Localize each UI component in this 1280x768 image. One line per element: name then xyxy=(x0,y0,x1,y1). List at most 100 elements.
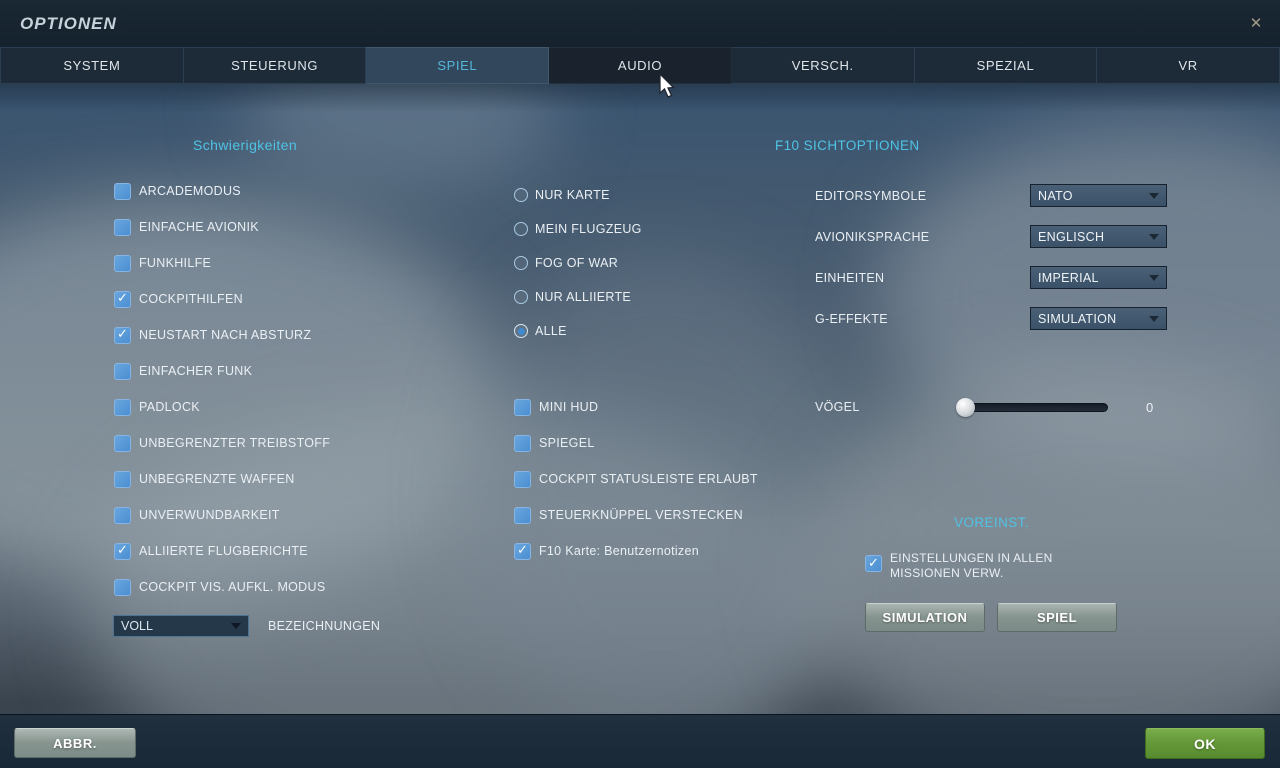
tab-label: SPEZIAL xyxy=(977,58,1035,73)
difficulty-header: Schwierigkeiten xyxy=(120,137,370,153)
select-avioniksprache[interactable]: ENGLISCH xyxy=(1030,225,1167,248)
presets-header: VOREINST. xyxy=(866,515,1117,530)
checkbox-label: COCKPITHILFEN xyxy=(139,292,243,306)
footer-bar: ABBR. OK xyxy=(0,714,1280,768)
checkbox-spiegel[interactable]: ✓SPIEGEL xyxy=(514,425,758,461)
checkbox-box: ✓ xyxy=(114,183,131,200)
chevron-down-icon xyxy=(1149,316,1159,322)
radio-nur-karte[interactable]: NUR KARTE xyxy=(514,178,642,212)
labels-select-value: VOLL xyxy=(121,619,153,633)
hud-checkbox-list: ✓MINI HUD✓SPIEGEL✓COCKPIT STATUSLEISTE E… xyxy=(514,389,758,569)
select-label: EDITORSYMBOLE xyxy=(815,189,1030,203)
birds-slider-track[interactable] xyxy=(958,403,1108,412)
checkbox-label: EINFACHER FUNK xyxy=(139,364,252,378)
checkbox-label: UNBEGRENZTE WAFFEN xyxy=(139,472,295,486)
tab-bar: SYSTEMSTEUERUNG SPIEL AUDIO VERSCH. SPEZIAL V… xyxy=(0,47,1280,84)
cancel-button[interactable]: ABBR. xyxy=(14,728,136,758)
radio-alle[interactable]: ALLE xyxy=(514,314,642,348)
tab-spezial[interactable]: SPEZIAL xyxy=(915,47,1098,84)
chevron-down-icon xyxy=(1149,275,1159,281)
tab-label: VERSCH. xyxy=(792,58,854,73)
checkbox-box: ✓ xyxy=(114,579,131,596)
checkbox-box: ✓ xyxy=(114,507,131,524)
checkbox-box: ✓ xyxy=(114,543,131,560)
checkbox-unbegrenzte-waffen[interactable]: ✓ UNBEGRENZTE WAFFEN xyxy=(114,461,330,497)
radio-dot xyxy=(518,328,525,335)
tab-steuerung[interactable]: STEUERUNG xyxy=(184,47,367,84)
checkbox-cockpit-vis-aufkl-modus[interactable]: ✓COCKPIT VIS. AUFKL. MODUS xyxy=(114,569,330,605)
checkbox-neustart-nach-absturz[interactable]: ✓NEUSTART NACH ABSTURZ xyxy=(114,317,330,353)
birds-label: VÖGEL xyxy=(815,400,958,414)
checkbox-label: ALLIIERTE FLUGBERICHTE xyxy=(139,544,308,558)
preset-simulation-button[interactable]: SIMULATION xyxy=(865,603,985,632)
checkbox-box: ✓ xyxy=(114,219,131,236)
birds-slider-handle[interactable] xyxy=(956,398,975,417)
checkbox-cockpit-statusleiste-erlaubt[interactable]: ✓COCKPIT STATUSLEISTE ERLAUBT xyxy=(514,461,758,497)
mouse-cursor xyxy=(659,73,679,101)
select-label: AVIONIKSPRACHE xyxy=(815,230,1030,244)
checkbox-unverwundbarkeit[interactable]: ✓UNVERWUNDBARKEIT xyxy=(114,497,330,533)
checkbox-box: ✓ xyxy=(114,327,131,344)
checkbox-einfacher-funk[interactable]: ✓EINFACHER FUNK xyxy=(114,353,330,389)
radio-label: NUR KARTE xyxy=(535,188,610,202)
checkbox-einfache-avionik[interactable]: ✓ EINFACHE AVIONIK xyxy=(114,209,330,245)
ok-button[interactable]: OK xyxy=(1145,728,1265,759)
checkbox-box: ✓ xyxy=(514,399,531,416)
checkbox-box: ✓ xyxy=(865,555,882,572)
checkbox-cockpithilfen[interactable]: ✓COCKPITHILFEN xyxy=(114,281,330,317)
radio-mein-flugzeug[interactable]: MEIN FLUGZEUG xyxy=(514,212,642,246)
checkbox-f10-karte-benutzernotizen[interactable]: ✓F10 Karte: Benutzernotizen xyxy=(514,533,758,569)
chevron-down-icon xyxy=(231,623,241,629)
map-view-radio-group: NUR KARTE MEIN FLUGZEUG FOG OF WAR NUR ALLI… xyxy=(514,178,642,348)
radio-nur-alliierte[interactable]: NUR ALLIIERTE xyxy=(514,280,642,314)
check-icon: ✓ xyxy=(868,556,879,571)
apply-all-missions-checkbox[interactable]: ✓ EINSTELLUNGEN IN ALLEN MISSIONEN VERW. xyxy=(865,551,1075,581)
checkbox-mini-hud[interactable]: ✓MINI HUD xyxy=(514,389,758,425)
checkbox-box: ✓ xyxy=(114,255,131,272)
check-icon: ✓ xyxy=(117,543,128,558)
tab-system[interactable]: SYSTEM xyxy=(0,47,184,84)
preset-game-button[interactable]: SPIEL xyxy=(997,603,1117,632)
labels-select[interactable]: VOLL xyxy=(113,615,249,637)
select-label: G-EFFEKTE xyxy=(815,312,1030,326)
select-editorsymbole[interactable]: NATO xyxy=(1030,184,1167,207)
birds-slider-row: VÖGEL 0 xyxy=(815,396,1185,418)
close-icon[interactable]: ✕ xyxy=(1246,13,1266,33)
checkbox-label: UNBEGRENZTER TREIBSTOFF xyxy=(139,436,330,450)
checkbox-unbegrenzter-treibstoff[interactable]: ✓UNBEGRENZTER TREIBSTOFF xyxy=(114,425,330,461)
checkbox-arcademodus[interactable]: ✓ARCADEMODUS xyxy=(114,173,330,209)
labels-select-label: BEZEICHNUNGEN xyxy=(268,619,380,633)
checkbox-label: STEUERKNÜPPEL VERSTECKEN xyxy=(539,508,743,522)
select-row-g-effekte: G-EFFEKTESIMULATION xyxy=(815,298,1167,339)
checkbox-box: ✓ xyxy=(514,507,531,524)
checkbox-label: PADLOCK xyxy=(139,400,200,414)
labels-select-row: VOLL BEZEICHNUNGEN xyxy=(113,615,380,637)
options-dialog: OPTIONEN ✕ SYSTEMSTEUERUNGSPIELAUDIOVERS… xyxy=(0,0,1280,768)
checkbox-padlock[interactable]: ✓PADLOCK xyxy=(114,389,330,425)
select-g-effekte[interactable]: SIMULATION xyxy=(1030,307,1167,330)
radio-circle xyxy=(514,256,528,270)
tab-spiel[interactable]: SPIEL xyxy=(366,47,549,84)
checkbox-alliierte-flugberichte[interactable]: ✓ ALLIIERTE FLUGBERICHTE xyxy=(114,533,330,569)
checkbox-steuerkn-ppel-verstecken[interactable]: ✓ STEUERKNÜPPEL VERSTECKEN xyxy=(514,497,758,533)
select-value: NATO xyxy=(1038,189,1073,203)
checkbox-box: ✓ xyxy=(114,471,131,488)
top-shade xyxy=(0,84,1280,112)
checkbox-funkhilfe[interactable]: ✓FUNKHILFE xyxy=(114,245,330,281)
radio-label: ALLE xyxy=(535,324,567,338)
tab-label: SPIEL xyxy=(437,58,477,73)
tab-vr[interactable]: VR xyxy=(1097,47,1280,84)
checkbox-label: F10 Karte: Benutzernotizen xyxy=(539,544,699,558)
checkbox-label: EINFACHE AVIONIK xyxy=(139,220,259,234)
birds-slider-value: 0 xyxy=(1146,400,1153,415)
radio-circle xyxy=(514,290,528,304)
select-row-editorsymbole: EDITORSYMBOLE NATO xyxy=(815,175,1167,216)
radio-label: NUR ALLIIERTE xyxy=(535,290,631,304)
tab-versch[interactable]: VERSCH. xyxy=(732,47,915,84)
tab-audio[interactable]: AUDIO xyxy=(549,47,732,84)
radio-fog-of-war[interactable]: FOG OF WAR xyxy=(514,246,642,280)
radio-label: MEIN FLUGZEUG xyxy=(535,222,642,236)
select-row-einheiten: EINHEITENIMPERIAL xyxy=(815,257,1167,298)
select-einheiten[interactable]: IMPERIAL xyxy=(1030,266,1167,289)
tab-label: VR xyxy=(1179,58,1198,73)
